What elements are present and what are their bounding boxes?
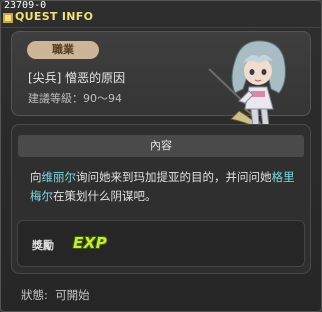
exp-icon[interactable]: EXP: [73, 234, 107, 252]
quest-info-window: 23709-0 QUEST INFO 職業 [尖兵] 憎恶的原因 建議等級：90…: [0, 0, 322, 312]
content-panel: 內容 向维丽尔询问她来到玛加提亚的目的，并问问她格里梅尔在策划什么阴谋吧。 獎勵…: [11, 124, 311, 274]
reward-label: 獎勵: [32, 239, 54, 252]
reward-box: 獎勵 EXP: [17, 220, 305, 267]
level-range: 90～94: [83, 92, 122, 105]
desc-text-1: 向: [30, 170, 42, 184]
status-value: 可開始: [55, 288, 90, 302]
level-label: 建議等級: [28, 92, 72, 105]
window-title: QUEST INFO: [15, 10, 94, 23]
npc-name-highlight: 维丽尔: [41, 170, 77, 184]
quest-info-icon: [3, 13, 13, 23]
desc-text-3: 在策划什么阴谋吧。: [53, 189, 157, 203]
status-line: 狀態: 可開始: [21, 288, 90, 302]
title-bar[interactable]: 23709-0 QUEST INFO: [1, 0, 321, 28]
desc-text-2: 询问她来到玛加提亚的目的，并问问她: [76, 170, 272, 184]
status-label: 狀態: [21, 288, 44, 302]
job-tag: 職業: [27, 41, 99, 59]
npc-portrait: [208, 40, 286, 136]
content-header: 內容: [18, 135, 304, 157]
quest-description: 向维丽尔询问她来到玛加提亚的目的，并问问她格里梅尔在策划什么阴谋吧。: [30, 168, 300, 206]
quest-name: [尖兵] 憎恶的原因: [28, 71, 126, 85]
recommended-level: 建議等級：90～94: [28, 92, 122, 105]
